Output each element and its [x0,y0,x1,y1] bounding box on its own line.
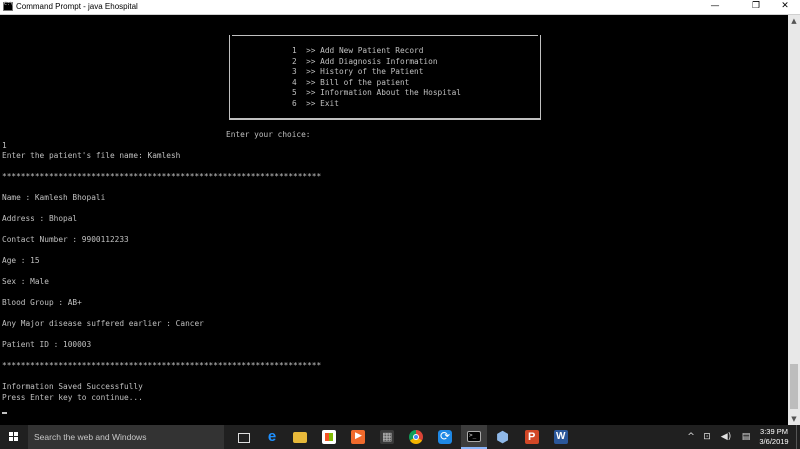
store-icon [322,430,336,444]
cube-icon [496,428,510,446]
taskbar-media-player[interactable] [345,425,371,449]
task-view-icon [238,433,250,443]
taskbar-store[interactable] [316,425,342,449]
console-output[interactable]: 1 >> Add New Patient Record 2 >> Add Dia… [0,15,788,425]
taskbar-sync-app[interactable] [432,425,458,449]
powerpoint-icon [525,430,539,444]
clock-time: 3:39 PM [760,427,788,436]
start-button[interactable] [0,425,28,449]
vertical-scrollbar[interactable]: ▲ ▼ [788,15,800,425]
minimize-button[interactable]: — [700,0,730,14]
patient-id: Patient ID : 100003 [2,340,92,349]
notifications-icon[interactable]: ▤ [739,425,753,449]
command-prompt-icon [467,431,481,442]
maximize-button[interactable]: ❐ [741,0,771,14]
choice-input: 1 [2,141,7,150]
chrome-icon [409,430,423,444]
taskbar-app[interactable] [374,425,400,449]
tray-chevron-icon[interactable]: ^ [685,425,697,449]
menu-box-bottom-border [230,118,540,119]
taskbar-edge[interactable]: e [259,425,285,449]
windows-logo-icon [9,432,19,442]
continue-message: Press Enter key to continue... [2,393,143,402]
clock-date: 3/6/2019 [759,437,789,446]
scroll-thumb[interactable] [790,364,798,409]
patient-contact: Contact Number : 9900112233 [2,235,129,244]
search-placeholder: Search the web and Windows [34,432,147,442]
taskbar-clock[interactable]: 3:39 PM 3/6/2019 [757,427,791,447]
app-grid-icon [380,430,394,444]
menu-box: 1 >> Add New Patient Record 2 >> Add Dia… [229,35,541,120]
scroll-down-arrow-icon[interactable]: ▼ [788,413,800,425]
patient-sex: Sex : Male [2,277,49,286]
choice-prompt: Enter your choice: [226,130,311,139]
cmd-app-icon [3,1,13,11]
folder-icon [293,432,307,443]
window-title-bar[interactable]: Command Prompt - java Ehospital — ❐ ✕ [0,0,800,15]
taskbar-chrome[interactable] [403,425,429,449]
taskbar-file-explorer[interactable] [287,425,313,449]
taskbar-command-prompt[interactable] [461,425,487,449]
media-player-icon [351,430,365,444]
menu-item-exit: 6 >> Exit [292,99,339,108]
taskbar-cube-app[interactable] [490,425,516,449]
menu-box-top-border [232,35,538,36]
sync-icon [438,429,452,444]
menu-item-history: 3 >> History of the Patient [292,67,424,76]
menu-item-bill: 4 >> Bill of the patient [292,78,410,87]
taskbar-search-box[interactable]: Search the web and Windows [28,425,224,449]
patient-blood-group: Blood Group : AB+ [2,298,82,307]
edge-icon: e [267,428,277,445]
volume-icon[interactable]: ◀) [717,425,735,449]
network-icon[interactable]: ⊡ [700,425,714,449]
taskbar-powerpoint[interactable] [519,425,545,449]
scroll-up-arrow-icon[interactable]: ▲ [788,15,800,27]
show-desktop-button[interactable] [796,425,800,449]
window-title: Command Prompt - java Ehospital [16,2,138,11]
menu-item-hospital-info: 5 >> Information About the Hospital [292,88,461,97]
text-cursor [2,412,7,414]
close-button[interactable]: ✕ [770,0,800,14]
patient-disease: Any Major disease suffered earlier : Can… [2,319,204,328]
patient-name: Name : Kamlesh Bhopali [2,193,106,202]
separator-line: ****************************************… [2,172,322,181]
file-name-prompt: Enter the patient's file name: Kamlesh [2,151,181,160]
separator-line-2: ****************************************… [2,361,322,370]
word-icon [554,430,568,444]
saved-message: Information Saved Successfully [2,382,143,391]
taskbar-word[interactable] [548,425,574,449]
patient-age: Age : 15 [2,256,40,265]
patient-address: Address : Bhopal [2,214,78,223]
task-view-button[interactable] [231,425,257,449]
taskbar: Search the web and Windows e ^ ⊡ ◀) ▤ 3:… [0,425,800,449]
menu-item-add-diagnosis: 2 >> Add Diagnosis Information [292,57,438,66]
menu-item-add-patient: 1 >> Add New Patient Record [292,46,424,55]
